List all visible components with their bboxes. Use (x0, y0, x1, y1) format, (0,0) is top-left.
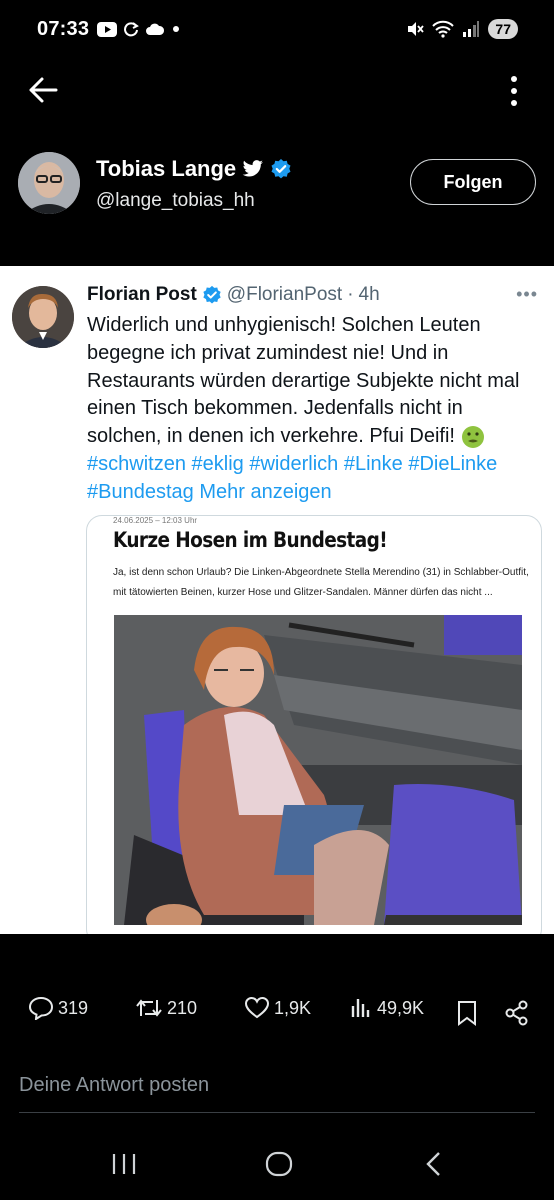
follow-button[interactable]: Folgen (410, 159, 536, 205)
verified-badge-icon (203, 285, 221, 304)
like-count: 1,9K (274, 997, 312, 1018)
status-time: 07:33 (37, 17, 90, 40)
tweet-time: 4h (358, 284, 380, 305)
article-date: 24.06.2025 – 12:03 Uhr (113, 516, 198, 525)
embedded-tweet-card[interactable]: Florian Post @FlorianPost · 4h ••• Wider… (0, 266, 554, 934)
system-navigation-bar (0, 1140, 554, 1190)
back-arrow-icon[interactable] (26, 74, 60, 106)
app-header (0, 62, 554, 118)
article-lede: Ja, ist denn schon Urlaub? Die Linken-Ab… (113, 567, 529, 598)
tweet-author-name[interactable]: Florian Post (87, 284, 197, 306)
nauseated-face-emoji-icon (461, 425, 484, 448)
heart-icon (244, 996, 270, 1019)
status-left: 07:33 (37, 18, 181, 41)
tweet-body: Widerlich und unhygienisch! Solchen Leut… (87, 314, 520, 448)
tweet-author-avatar[interactable] (12, 286, 74, 348)
show-more-link[interactable]: Mehr anzeigen (199, 481, 331, 503)
hashtag-link[interactable]: #Linke (344, 453, 403, 475)
hashtag-link[interactable]: #eklig (192, 453, 244, 475)
profile-avatar[interactable] (18, 152, 80, 214)
reply-divider (19, 1112, 535, 1113)
mute-icon (408, 22, 425, 36)
share-icon[interactable] (504, 1000, 530, 1026)
battery-indicator: 77 (488, 19, 518, 39)
hashtag-link[interactable]: #schwitzen (87, 453, 186, 475)
sync-icon (124, 22, 140, 37)
repost-action[interactable]: 210 (135, 996, 197, 1020)
tweet-author-handle[interactable]: @FlorianPost (227, 284, 342, 306)
status-right: 77 (406, 19, 518, 39)
profile-handle: @lange_tobias_hh (96, 190, 255, 211)
more-vertical-icon[interactable] (506, 74, 522, 108)
tweet-separator: · (347, 284, 354, 305)
back-chevron-icon[interactable] (422, 1150, 446, 1178)
reply-action[interactable]: 319 (28, 996, 88, 1020)
like-action[interactable]: 1,9K (244, 996, 311, 1020)
cloud-icon (146, 23, 165, 35)
analytics-bars-icon (351, 999, 370, 1017)
signal-icon (463, 21, 480, 37)
profile-header: Tobias Lange @lange_tobias_hh Folgen (0, 150, 554, 220)
article-title: Kurze Hosen im Bundestag! (113, 528, 388, 552)
recent-apps-icon[interactable] (110, 1150, 138, 1178)
repost-count: 210 (167, 997, 198, 1018)
repost-icon (136, 999, 162, 1017)
tweet-action-bar: 319 210 1,9K 49,9K (0, 996, 554, 1036)
tweet-media[interactable]: 24.06.2025 – 12:03 Uhr Kurze Hosen im Bu… (86, 515, 542, 934)
reply-count: 319 (58, 997, 89, 1018)
view-count: 49,9K (377, 997, 425, 1018)
tweet-header: Florian Post @FlorianPost · 4h (87, 284, 380, 306)
views-action[interactable]: 49,9K (349, 996, 424, 1020)
wifi-icon (432, 20, 455, 38)
hashtag-link[interactable]: #widerlich (249, 453, 338, 475)
home-icon[interactable] (265, 1150, 293, 1178)
status-bar: 07:33 77 (0, 0, 554, 58)
youtube-icon (97, 21, 118, 37)
tweet-text: Widerlich und unhygienisch! Solchen Leut… (87, 312, 539, 507)
tweet-more-icon[interactable]: ••• (516, 284, 538, 305)
dot-icon (173, 26, 180, 32)
reply-bubble-icon (28, 996, 54, 1020)
profile-name-row: Tobias Lange (96, 156, 292, 182)
profile-name[interactable]: Tobias Lange (96, 156, 236, 182)
article-photo (114, 615, 522, 925)
hashtag-link[interactable]: #Bundestag (87, 481, 194, 503)
verified-badge-icon (271, 159, 291, 179)
hashtag-link[interactable]: #DieLinke (408, 453, 497, 475)
status-notification-icons (97, 21, 181, 37)
reply-input[interactable]: Deine Antwort posten (19, 1074, 209, 1097)
twitter-bird-icon (242, 160, 264, 177)
bookmark-icon[interactable] (456, 1000, 478, 1026)
